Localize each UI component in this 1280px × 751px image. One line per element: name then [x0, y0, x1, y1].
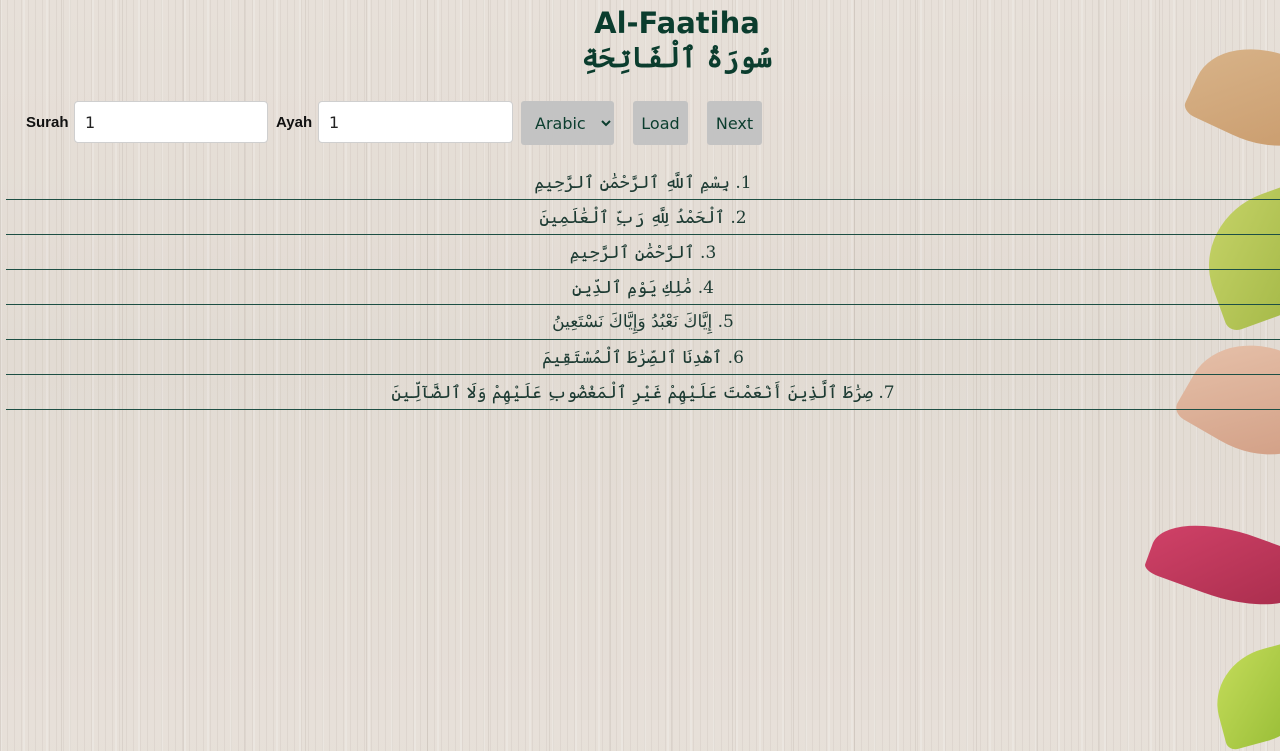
decorative-leaf-red: [1142, 504, 1280, 626]
decorative-leaf-lime: [1205, 638, 1280, 751]
language-select[interactable]: Arabic: [521, 101, 614, 145]
ayah-row: 3. ٱلرَّحْمَٰنِ ٱلرَّحِيمِ: [6, 235, 1280, 270]
surah-label: Surah: [26, 114, 69, 131]
ayah-text: 4. مَٰلِكِ يَوْمِ ٱلدِّينِ: [571, 277, 714, 298]
next-button[interactable]: Next: [707, 101, 762, 145]
ayah-row: 1. بِسْمِ ٱللَّهِ ٱلرَّحْمَٰنِ ٱلرَّحِيم…: [6, 165, 1280, 200]
surah-input[interactable]: [74, 101, 268, 143]
surah-title-english: Al-Faatiha: [594, 6, 760, 40]
ayah-label: Ayah: [276, 114, 313, 131]
ayah-list: 1. بِسْمِ ٱللَّهِ ٱلرَّحْمَٰنِ ٱلرَّحِيم…: [6, 165, 1280, 410]
load-button[interactable]: Load: [633, 101, 688, 145]
ayah-text: 7. صِرَٰطَ ٱلَّذِينَ أَنْعَمْتَ عَلَيْهِ…: [391, 382, 895, 403]
ayah-text: 6. ٱهْدِنَا ٱلصِّرَٰطَ ٱلْمُسْتَقِيمَ: [542, 347, 744, 368]
ayah-row: 5. إِيَّاكَ نَعْبُدُ وَإِيَّاكَ نَسْتَعِ…: [6, 305, 1280, 340]
ayah-text: 3. ٱلرَّحْمَٰنِ ٱلرَّحِيمِ: [569, 242, 717, 263]
ayah-text: 5. إِيَّاكَ نَعْبُدُ وَإِيَّاكَ نَسْتَعِ…: [552, 312, 734, 332]
ayah-text: 2. ٱلْحَمْدُ لِلَّهِ رَبِّ ٱلْعَٰلَمِينَ: [539, 207, 747, 228]
ayah-row: 4. مَٰلِكِ يَوْمِ ٱلدِّينِ: [6, 270, 1280, 305]
ayah-row: 2. ٱلْحَمْدُ لِلَّهِ رَبِّ ٱلْعَٰلَمِينَ: [6, 200, 1280, 235]
ayah-row: 7. صِرَٰطَ ٱلَّذِينَ أَنْعَمْتَ عَلَيْهِ…: [6, 375, 1280, 410]
controls-bar: Surah Ayah Arabic Load Next: [0, 101, 800, 145]
ayah-row: 6. ٱهْدِنَا ٱلصِّرَٰطَ ٱلْمُسْتَقِيمَ: [6, 340, 1280, 375]
page-header: Al-Faatiha سُورَةُ ٱلْفَاتِحَةِ: [0, 6, 1280, 76]
ayah-input[interactable]: [318, 101, 513, 143]
ayah-text: 1. بِسْمِ ٱللَّهِ ٱلرَّحْمَٰنِ ٱلرَّحِيم…: [534, 172, 752, 193]
surah-title-arabic: سُورَةُ ٱلْفَاتِحَةِ: [581, 41, 773, 74]
